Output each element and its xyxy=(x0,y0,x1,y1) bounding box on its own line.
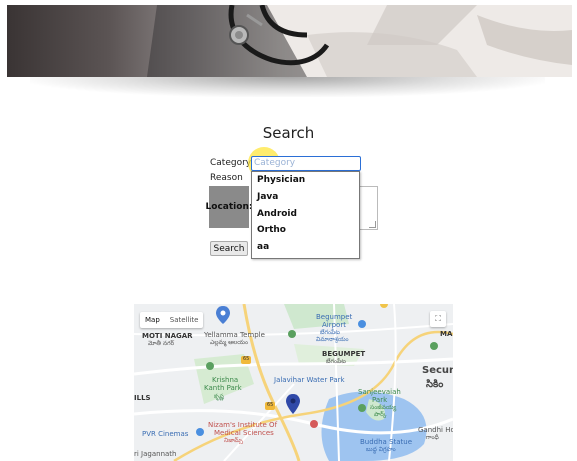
map-type-map[interactable]: Map xyxy=(140,312,165,328)
category-input[interactable]: Category xyxy=(251,156,361,171)
google-map[interactable]: 65 65 Map Satellite ⛶ MOTI NAGAR మోతీ నగ… xyxy=(134,304,453,461)
location-label: Location: xyxy=(206,186,252,228)
header-banner xyxy=(7,5,572,77)
fullscreen-icon[interactable]: ⛶ xyxy=(430,311,446,327)
map-label-gandhi-te: గాంధీ xyxy=(426,434,439,441)
map-label-secur-te: సికిం xyxy=(426,379,444,390)
resize-grip-icon[interactable] xyxy=(369,221,376,228)
road-shield-65a: 65 xyxy=(243,356,250,362)
map-label-begumpet: BEGUMPET xyxy=(322,350,366,358)
map-label-buddha: Buddha Statue xyxy=(360,438,413,446)
map-label-begumpet-airport2: Airport xyxy=(322,321,346,329)
map-label-kanth-park: Kanth Park xyxy=(204,384,242,392)
map-label-begumpet-airport: Begumpet xyxy=(316,313,353,321)
map-label-buddha-te: బుద్ధ విగ్రహం xyxy=(366,446,396,453)
dropdown-option-aa[interactable]: aa xyxy=(252,239,359,256)
map-label-begumpet-airport-te2: విమానాశ్రయం xyxy=(316,336,349,343)
map-label-yellamma-te: ఎల్లమ్మ ఆలయం xyxy=(210,339,248,346)
doctor-stethoscope-image xyxy=(147,5,572,77)
map-label-jagannath: ri Jagannath xyxy=(134,450,177,458)
map-label-nizam-te: నిజామ్స్ xyxy=(224,437,243,444)
search-button[interactable]: Search xyxy=(210,241,248,256)
map-label-sanjeevaiah-te2: పార్క్ xyxy=(374,411,387,418)
dropdown-option-java[interactable]: Java xyxy=(252,189,359,206)
road-shield-65b: 65 xyxy=(267,402,274,408)
map-label-krishna: Krishna xyxy=(212,376,239,384)
map-label-moti-nagar-te: మోతీ నగర్ xyxy=(148,340,175,347)
dropdown-option-ortho[interactable]: Ortho xyxy=(252,222,359,239)
map-label-gandhi: Gandhi Ho xyxy=(418,426,453,434)
map-label-moti-nagar: MOTI NAGAR xyxy=(142,332,193,340)
map-label-ma: MA xyxy=(440,330,453,338)
map-type-control[interactable]: Map Satellite xyxy=(140,312,204,328)
banner-shadow xyxy=(30,77,545,97)
category-dropdown[interactable]: Physician Java Android Ortho aa xyxy=(251,171,360,259)
map-label-sanjeevaiah: Sanjeevaiah xyxy=(358,388,401,396)
reason-textarea[interactable] xyxy=(357,186,378,230)
dropdown-option-physician[interactable]: Physician xyxy=(252,172,359,189)
map-label-hills: ILLS xyxy=(134,394,151,402)
map-label-pvr: PVR Cinemas xyxy=(142,430,189,438)
category-label: Category xyxy=(210,158,252,168)
map-label-yellamma: Yellamma Temple xyxy=(204,331,265,339)
map-label-secur: Secur xyxy=(422,365,453,376)
map-label-begumpet-te: బేగంపేట xyxy=(326,358,346,365)
map-label-nizam: Nizam's Institute Of xyxy=(208,421,278,429)
dropdown-option-android[interactable]: Android xyxy=(252,206,359,223)
map-label-krishna-te: కృష్ణ xyxy=(214,393,224,400)
reason-label: Reason xyxy=(210,173,243,183)
map-label-nizam2: Medical Sciences xyxy=(214,429,274,437)
map-type-satellite[interactable]: Satellite xyxy=(165,312,204,328)
map-label-jalavihar: Jalavihar Water Park xyxy=(274,376,345,384)
page-title: Search xyxy=(262,124,315,142)
map-label-sanjeevaiah-park: Park xyxy=(372,396,388,404)
